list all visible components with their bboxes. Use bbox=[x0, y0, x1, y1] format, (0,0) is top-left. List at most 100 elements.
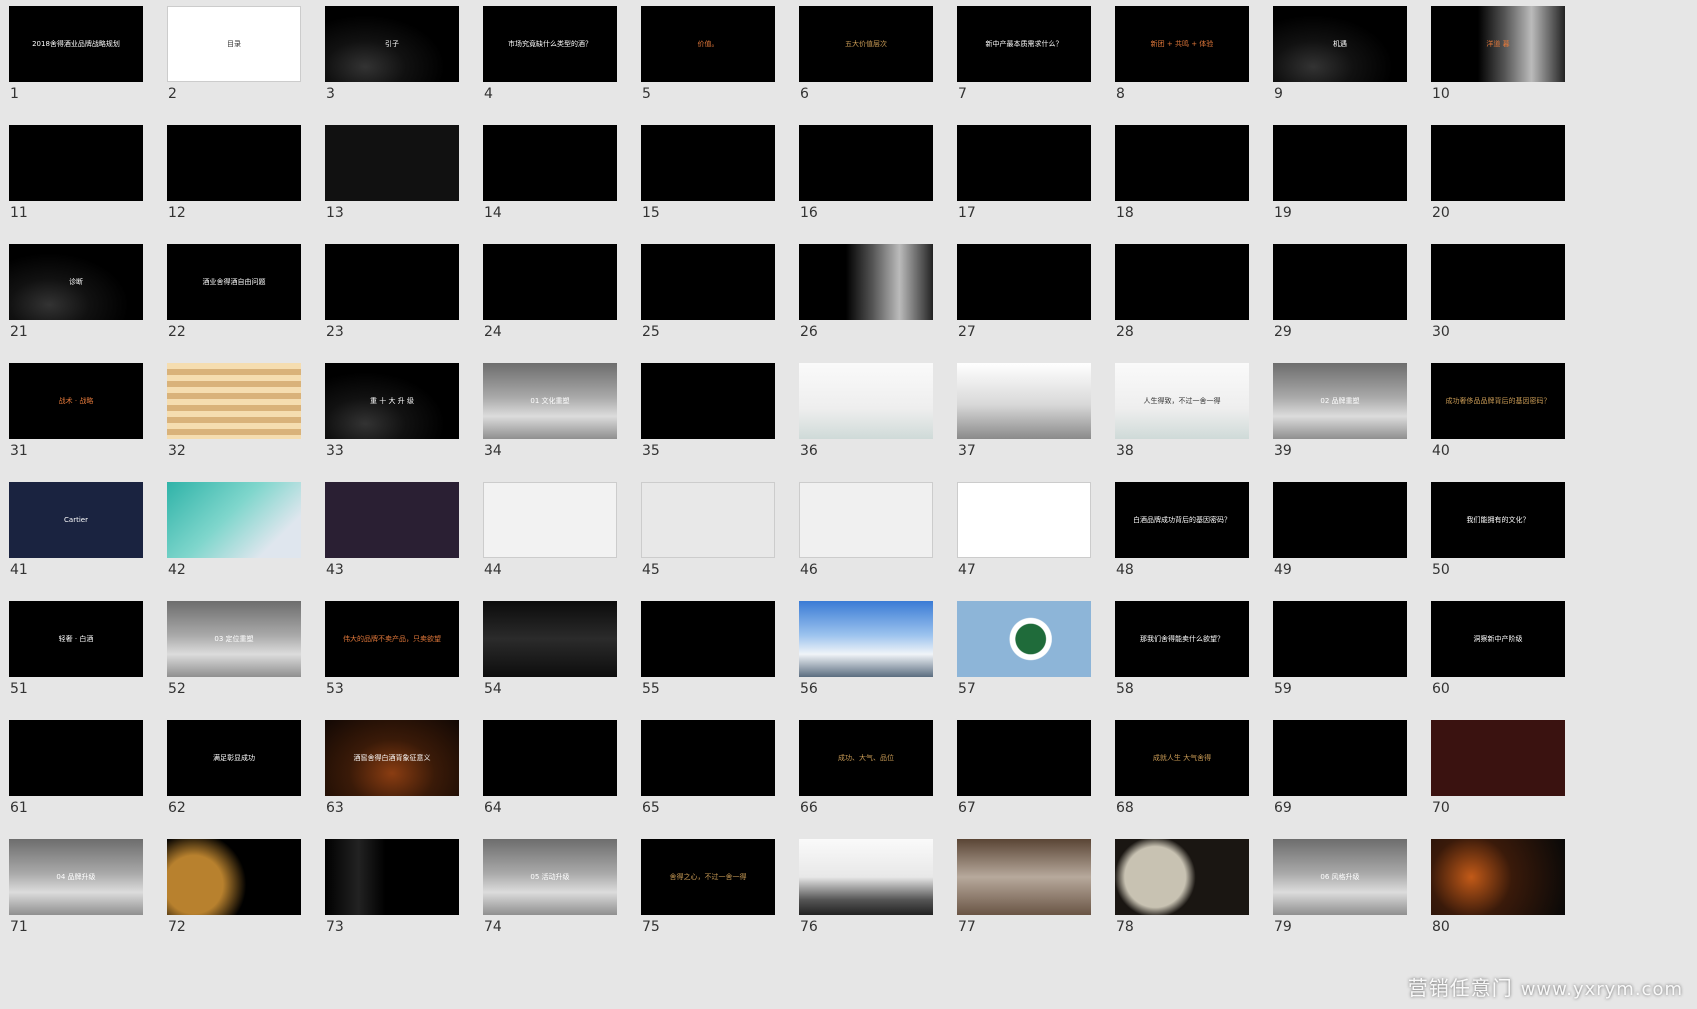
slide-thumbnail-18[interactable]: 18 bbox=[1115, 125, 1249, 221]
slide-thumbnail-72[interactable]: 72 bbox=[167, 839, 301, 935]
slide-thumbnail-21[interactable]: 诊断 21 bbox=[9, 244, 143, 340]
slide-thumbnail-56[interactable]: 56 bbox=[799, 601, 933, 697]
slide-thumbnail-61[interactable]: 61 bbox=[9, 720, 143, 816]
slide-thumbnail-12[interactable]: 12 bbox=[167, 125, 301, 221]
slide-thumbnail-77[interactable]: 77 bbox=[957, 839, 1091, 935]
slide-thumbnail-15[interactable]: 15 bbox=[641, 125, 775, 221]
slide-number: 78 bbox=[1116, 919, 1134, 935]
slide-thumbnail-1[interactable]: 2018舍得酒业品牌战略规划 1 bbox=[9, 6, 143, 102]
slide-thumbnail-25[interactable]: 25 bbox=[641, 244, 775, 340]
slide-thumbnail-43[interactable]: 43 bbox=[325, 482, 459, 578]
slide-thumbnail-29[interactable]: 29 bbox=[1273, 244, 1407, 340]
slide-thumbnail-37[interactable]: 37 bbox=[957, 363, 1091, 459]
slide-preview bbox=[957, 244, 1091, 320]
slide-thumbnail-30[interactable]: 30 bbox=[1431, 244, 1565, 340]
slide-thumbnail-23[interactable]: 23 bbox=[325, 244, 459, 340]
slide-thumbnail-67[interactable]: 67 bbox=[957, 720, 1091, 816]
slide-thumbnail-39[interactable]: 02 品牌重塑 39 bbox=[1273, 363, 1407, 459]
slide-thumbnail-33[interactable]: 重 十 大 升 级 33 bbox=[325, 363, 459, 459]
slide-thumbnail-74[interactable]: 05 活动升级 74 bbox=[483, 839, 617, 935]
slide-thumbnail-46[interactable]: 46 bbox=[799, 482, 933, 578]
slide-thumbnail-36[interactable]: 36 bbox=[799, 363, 933, 459]
slide-thumbnail-60[interactable]: 洞察新中产阶级 60 bbox=[1431, 601, 1565, 697]
slide-thumbnail-38[interactable]: 人生得致，不过一舍一得 38 bbox=[1115, 363, 1249, 459]
slide-thumbnail-55[interactable]: 55 bbox=[641, 601, 775, 697]
slide-number: 66 bbox=[800, 800, 818, 816]
slide-thumbnail-51[interactable]: 轻奢 · 白酒 51 bbox=[9, 601, 143, 697]
slide-number: 27 bbox=[958, 324, 976, 340]
slide-preview: 酒业舍得酒自由问题 bbox=[167, 244, 301, 320]
slide-thumbnail-10[interactable]: 洋道 暮 10 bbox=[1431, 6, 1565, 102]
slide-thumbnail-63[interactable]: 酒窖舍得白酒背象征意义 63 bbox=[325, 720, 459, 816]
slide-thumbnail-35[interactable]: 35 bbox=[641, 363, 775, 459]
slide-thumbnail-48[interactable]: 白酒品牌成功背后的基因密码？ 48 bbox=[1115, 482, 1249, 578]
slide-title bbox=[641, 244, 775, 320]
slide-number: 16 bbox=[800, 205, 818, 221]
slide-thumbnail-24[interactable]: 24 bbox=[483, 244, 617, 340]
slide-thumbnail-9[interactable]: 机遇 9 bbox=[1273, 6, 1407, 102]
slide-thumbnail-27[interactable]: 27 bbox=[957, 244, 1091, 340]
slide-thumbnail-69[interactable]: 69 bbox=[1273, 720, 1407, 816]
slide-thumbnail-34[interactable]: 01 文化重塑 34 bbox=[483, 363, 617, 459]
slide-thumbnail-42[interactable]: 42 bbox=[167, 482, 301, 578]
slide-thumbnail-17[interactable]: 17 bbox=[957, 125, 1091, 221]
slide-preview bbox=[1115, 839, 1249, 915]
slide-thumbnail-78[interactable]: 78 bbox=[1115, 839, 1249, 935]
slide-thumbnail-3[interactable]: 引子 3 bbox=[325, 6, 459, 102]
slide-title bbox=[9, 125, 143, 201]
slide-thumbnail-49[interactable]: 49 bbox=[1273, 482, 1407, 578]
slide-thumbnail-73[interactable]: 73 bbox=[325, 839, 459, 935]
slide-number: 47 bbox=[958, 562, 976, 578]
slide-thumbnail-66[interactable]: 成功、大气、品位 66 bbox=[799, 720, 933, 816]
slide-thumbnail-68[interactable]: 成就人生 大气舍得 68 bbox=[1115, 720, 1249, 816]
slide-thumbnail-75[interactable]: 舍得之心，不过一舍一得 75 bbox=[641, 839, 775, 935]
slide-thumbnail-4[interactable]: 市场究竟缺什么类型的酒？ 4 bbox=[483, 6, 617, 102]
slide-thumbnail-79[interactable]: 06 风格升级 79 bbox=[1273, 839, 1407, 935]
slide-thumbnail-64[interactable]: 64 bbox=[483, 720, 617, 816]
slide-thumbnail-40[interactable]: 成功奢侈品品牌背后的基因密码？ 40 bbox=[1431, 363, 1565, 459]
slide-thumbnail-59[interactable]: 59 bbox=[1273, 601, 1407, 697]
slide-thumbnail-71[interactable]: 04 品牌升级 71 bbox=[9, 839, 143, 935]
slide-thumbnail-65[interactable]: 65 bbox=[641, 720, 775, 816]
slide-thumbnail-2[interactable]: 目录 2 bbox=[167, 6, 301, 102]
slide-thumbnail-26[interactable]: 26 bbox=[799, 244, 933, 340]
slide-thumbnail-45[interactable]: 45 bbox=[641, 482, 775, 578]
slide-thumbnail-52[interactable]: 03 定位重塑 52 bbox=[167, 601, 301, 697]
slide-thumbnail-58[interactable]: 那我们舍得能卖什么欲望？ 58 bbox=[1115, 601, 1249, 697]
slide-thumbnail-13[interactable]: 13 bbox=[325, 125, 459, 221]
slide-thumbnail-50[interactable]: 我们能拥有的文化？ 50 bbox=[1431, 482, 1565, 578]
slide-thumbnail-47[interactable]: 47 bbox=[957, 482, 1091, 578]
slide-number: 58 bbox=[1116, 681, 1134, 697]
slide-thumbnail-41[interactable]: Cartier 41 bbox=[9, 482, 143, 578]
slide-preview: 引子 bbox=[325, 6, 459, 82]
slide-thumbnail-31[interactable]: 战术 · 战略 31 bbox=[9, 363, 143, 459]
slide-preview: 洞察新中产阶级 bbox=[1431, 601, 1565, 677]
slide-thumbnail-11[interactable]: 11 bbox=[9, 125, 143, 221]
slide-thumbnail-54[interactable]: 54 bbox=[483, 601, 617, 697]
slide-thumbnail-70[interactable]: 70 bbox=[1431, 720, 1565, 816]
slide-thumbnail-16[interactable]: 16 bbox=[799, 125, 933, 221]
slide-thumbnail-22[interactable]: 酒业舍得酒自由问题 22 bbox=[167, 244, 301, 340]
slide-thumbnail-76[interactable]: 76 bbox=[799, 839, 933, 935]
slide-thumbnail-44[interactable]: 44 bbox=[483, 482, 617, 578]
slide-thumbnail-20[interactable]: 20 bbox=[1431, 125, 1565, 221]
slide-title: 白酒品牌成功背后的基因密码？ bbox=[1133, 515, 1231, 524]
slide-thumbnail-8[interactable]: 新团 + 共鸣 + 体验 8 bbox=[1115, 6, 1249, 102]
slide-thumbnail-57[interactable]: 57 bbox=[957, 601, 1091, 697]
slide-title bbox=[799, 601, 933, 677]
slide-preview bbox=[799, 482, 933, 558]
slide-thumbnail-6[interactable]: 五大价值层次 6 bbox=[799, 6, 933, 102]
slide-title: 06 风格升级 bbox=[1320, 872, 1360, 881]
slide-number: 4 bbox=[484, 86, 493, 102]
slide-title: Cartier bbox=[64, 515, 88, 524]
slide-thumbnail-32[interactable]: 32 bbox=[167, 363, 301, 459]
slide-thumbnail-7[interactable]: 新中产最本质需求什么？ 7 bbox=[957, 6, 1091, 102]
slide-thumbnail-80[interactable]: 80 bbox=[1431, 839, 1565, 935]
slide-title bbox=[642, 483, 774, 557]
slide-thumbnail-5[interactable]: 价值。 5 bbox=[641, 6, 775, 102]
slide-thumbnail-62[interactable]: 满足彰显成功 62 bbox=[167, 720, 301, 816]
slide-thumbnail-19[interactable]: 19 bbox=[1273, 125, 1407, 221]
slide-thumbnail-14[interactable]: 14 bbox=[483, 125, 617, 221]
slide-thumbnail-28[interactable]: 28 bbox=[1115, 244, 1249, 340]
slide-thumbnail-53[interactable]: 伟大的品牌不卖产品，只卖欲望 53 bbox=[325, 601, 459, 697]
